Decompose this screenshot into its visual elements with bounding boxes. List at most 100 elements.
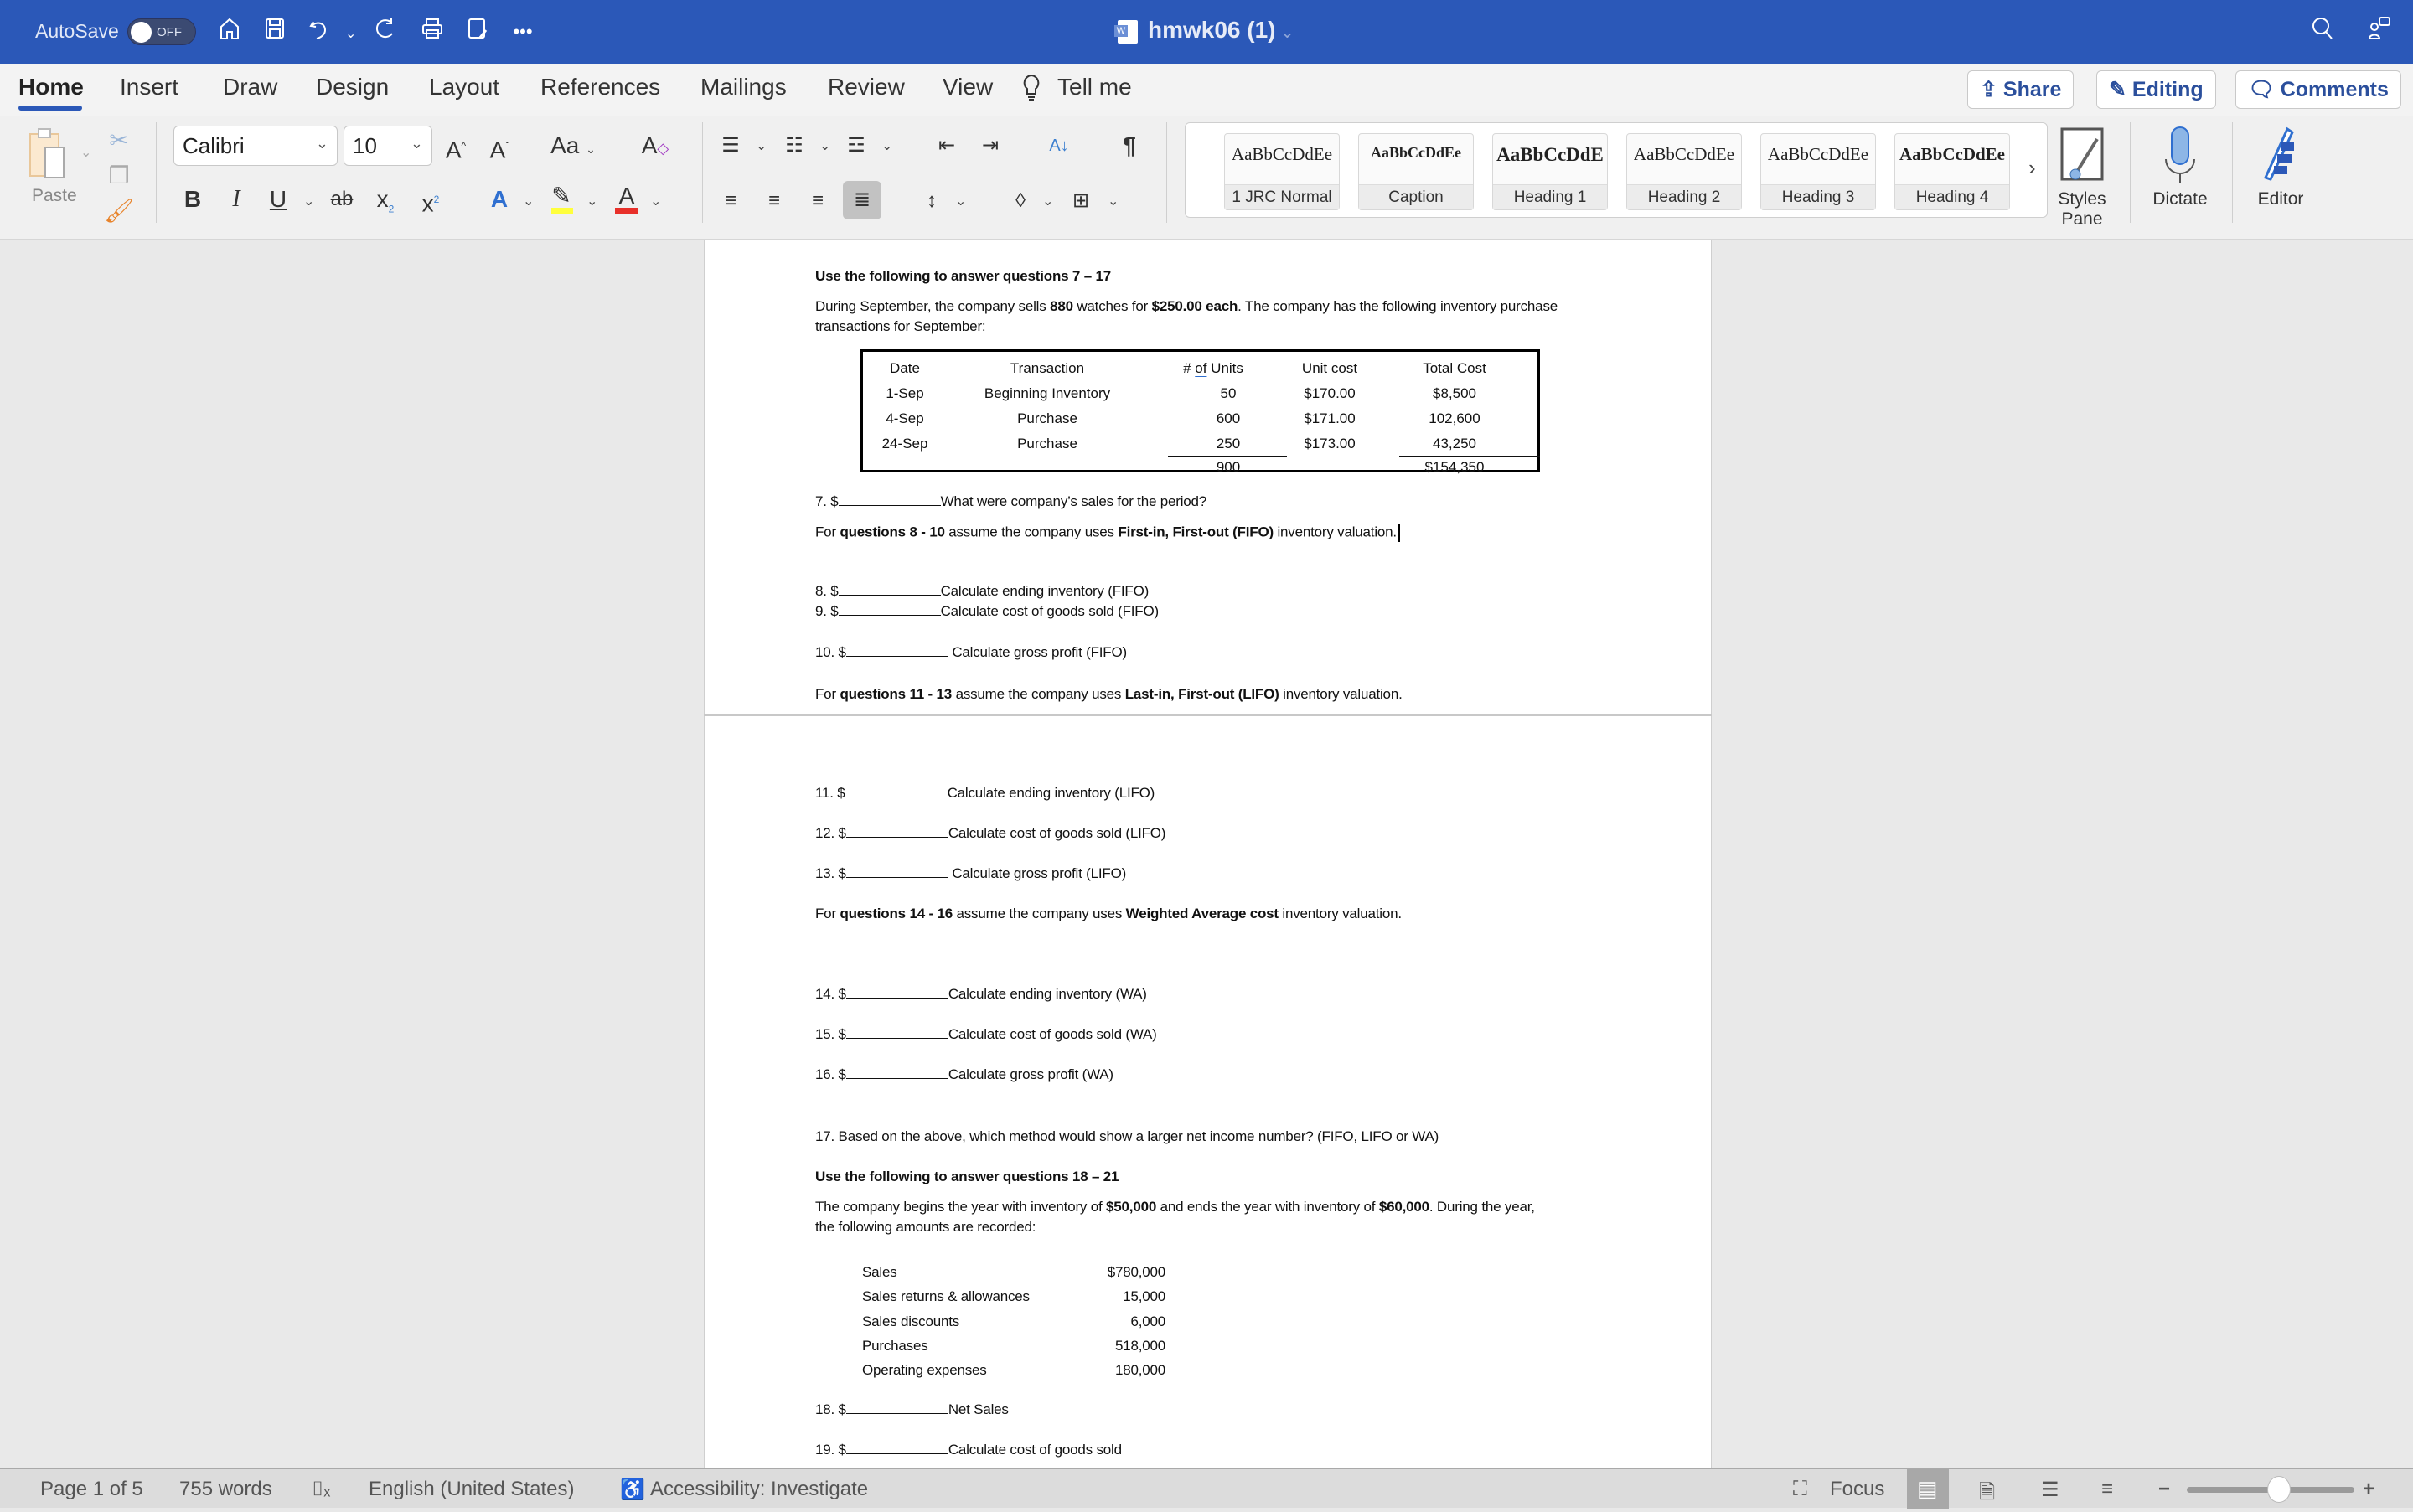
tab-references[interactable]: References <box>540 74 660 101</box>
draft-view-icon[interactable]: ≡ <box>2101 1478 2113 1501</box>
print-layout-view-button[interactable]: ▤ <box>1907 1469 1949 1509</box>
numbering-dropdown-icon[interactable]: ⌄ <box>819 137 830 154</box>
page-1[interactable]: Use the following to answer questions 7 … <box>704 240 1712 714</box>
font-name-select[interactable]: Calibri ⌄ <box>173 126 338 166</box>
word-count[interactable]: 755 words <box>179 1478 272 1501</box>
answer-blank[interactable] <box>845 1402 948 1414</box>
numbering-icon[interactable]: ☷ <box>779 131 809 161</box>
styles-more-chevron-icon[interactable]: › <box>2028 155 2036 181</box>
text-effects-icon[interactable]: A <box>484 184 514 214</box>
save-as-icon[interactable] <box>461 15 494 49</box>
answer-blank[interactable] <box>845 1442 948 1454</box>
shrink-font-icon[interactable]: Aˇ <box>484 131 514 163</box>
copy-icon[interactable]: ❐ <box>104 161 134 191</box>
sort-icon[interactable]: A↓ <box>1044 131 1074 161</box>
answer-blank[interactable] <box>845 826 948 838</box>
tab-layout[interactable]: Layout <box>429 74 499 101</box>
font-color-icon[interactable]: A <box>612 181 642 214</box>
home-icon[interactable] <box>213 15 246 49</box>
tab-view[interactable]: View <box>943 74 993 101</box>
align-right-icon[interactable]: ≡ <box>803 186 833 216</box>
grow-font-icon[interactable]: A^ <box>441 131 471 163</box>
editing-mode-button[interactable]: ✎ Editing <box>2096 70 2216 109</box>
line-spacing-icon[interactable]: ↕ <box>917 186 947 216</box>
page-count[interactable]: Page 1 of 5 <box>40 1478 143 1501</box>
paste-dropdown-icon[interactable]: ⌄ <box>80 144 91 161</box>
style-caption[interactable]: AaBbCcDdEe Caption <box>1358 133 1474 210</box>
accessibility-status[interactable]: Accessibility: Investigate <box>650 1478 868 1501</box>
clear-formatting-icon[interactable]: A◇ <box>640 131 670 161</box>
autosave-toggle[interactable]: OFF <box>127 18 196 45</box>
zoom-out-button[interactable]: − <box>2158 1478 2170 1501</box>
tab-draw[interactable]: Draw <box>223 74 277 101</box>
tab-review[interactable]: Review <box>828 74 905 101</box>
style-heading-3[interactable]: AaBbCcDdEe Heading 3 <box>1760 133 1876 210</box>
align-center-icon[interactable]: ≡ <box>759 186 789 216</box>
outline-view-icon[interactable]: ☰ <box>2041 1478 2059 1502</box>
show-formatting-icon[interactable]: ¶ <box>1114 131 1144 161</box>
font-size-select[interactable]: 10 ⌄ <box>344 126 432 166</box>
shading-dropdown-icon[interactable]: ⌄ <box>1042 193 1053 209</box>
style-1-jrc-normal[interactable]: AaBbCcDdEe 1 JRC Normal <box>1224 133 1340 210</box>
shading-icon[interactable]: ◊ <box>1005 186 1036 216</box>
comments-button[interactable]: 🗨 Comments <box>2235 70 2401 109</box>
italic-button[interactable]: I <box>221 184 251 214</box>
multilevel-list-icon[interactable]: ☲ <box>841 131 871 161</box>
zoom-slider-handle[interactable] <box>2267 1476 2291 1503</box>
document-canvas[interactable]: Use the following to answer questions 7 … <box>0 240 2413 1468</box>
tab-design[interactable]: Design <box>316 74 389 101</box>
highlight-icon[interactable]: ✎ <box>546 181 576 214</box>
tab-insert[interactable]: Insert <box>120 74 178 101</box>
answer-blank[interactable] <box>845 1067 948 1079</box>
answer-blank[interactable] <box>845 786 948 797</box>
answer-blank[interactable] <box>845 866 948 878</box>
proofing-icon[interactable]: ⌷ₓ <box>312 1478 330 1501</box>
answer-blank[interactable] <box>845 1027 948 1039</box>
document-title[interactable]: hmwk06 (1) <box>1148 17 1276 44</box>
align-left-icon[interactable]: ≡ <box>716 186 746 216</box>
highlight-dropdown-icon[interactable]: ⌄ <box>586 193 597 209</box>
undo-icon[interactable] <box>303 15 337 49</box>
paste-button[interactable] <box>27 127 69 179</box>
underline-dropdown-icon[interactable]: ⌄ <box>303 193 314 209</box>
style-heading-1[interactable]: AaBbCcDdE Heading 1 <box>1492 133 1608 210</box>
text-effects-dropdown-icon[interactable]: ⌄ <box>523 193 534 209</box>
answer-blank[interactable] <box>845 645 948 657</box>
editor-button[interactable]: Editor <box>2249 126 2312 209</box>
zoom-in-button[interactable]: + <box>2363 1478 2374 1501</box>
subscript-button[interactable]: x2 <box>370 184 400 215</box>
line-spacing-dropdown-icon[interactable]: ⌄ <box>955 193 966 209</box>
dictate-button[interactable]: Dictate <box>2147 126 2214 209</box>
redo-icon[interactable] <box>369 15 402 49</box>
justify-icon[interactable]: ≣ <box>843 181 881 219</box>
bold-button[interactable]: B <box>178 184 208 214</box>
answer-blank[interactable] <box>838 604 941 616</box>
style-heading-2[interactable]: AaBbCcDdEe Heading 2 <box>1626 133 1742 210</box>
change-case-button[interactable]: Aa ⌄ <box>550 131 597 161</box>
search-icon[interactable] <box>2306 15 2339 49</box>
title-dropdown-icon[interactable]: ⌄ <box>1280 22 1294 43</box>
bullets-icon[interactable]: ☰ <box>716 131 746 161</box>
borders-icon[interactable]: ⊞ <box>1066 186 1096 216</box>
share-people-icon[interactable] <box>2363 15 2396 49</box>
strikethrough-button[interactable]: ab <box>327 184 357 214</box>
increase-indent-icon[interactable]: ⇥ <box>975 131 1005 161</box>
page-2[interactable]: 11. $ Calculate ending inventory (LIFO) 1… <box>704 716 1712 1468</box>
undo-dropdown-icon[interactable]: ⌄ <box>345 25 356 42</box>
style-heading-4[interactable]: AaBbCcDdEe Heading 4 <box>1894 133 2010 210</box>
multilevel-dropdown-icon[interactable]: ⌄ <box>881 137 892 154</box>
focus-button[interactable]: Focus <box>1830 1478 1884 1501</box>
share-button[interactable]: ⇪ Share <box>1967 70 2075 109</box>
tab-home[interactable]: Home <box>18 74 84 101</box>
answer-blank[interactable] <box>838 494 941 506</box>
answer-blank[interactable] <box>845 987 948 999</box>
web-layout-view-icon[interactable]: 🗎 <box>1979 1478 1995 1512</box>
answer-blank[interactable] <box>838 584 941 596</box>
superscript-button[interactable]: x2 <box>416 184 446 216</box>
decrease-indent-icon[interactable]: ⇤ <box>932 131 962 161</box>
more-icon[interactable]: ••• <box>506 15 540 49</box>
cut-icon[interactable]: ✂ <box>104 126 134 156</box>
format-painter-icon[interactable]: 🖌 <box>104 196 134 226</box>
bullets-dropdown-icon[interactable]: ⌄ <box>756 137 767 154</box>
print-icon[interactable] <box>416 15 449 49</box>
